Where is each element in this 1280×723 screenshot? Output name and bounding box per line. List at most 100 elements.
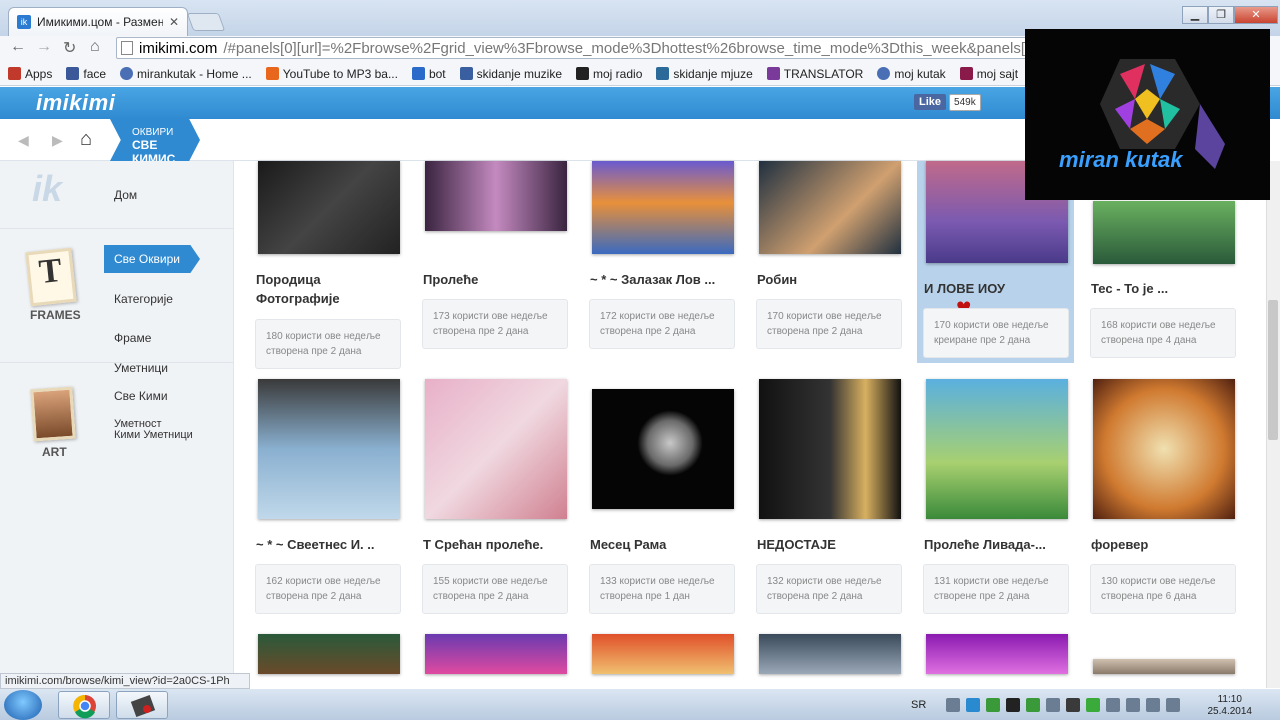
wolf-logo-icon — [1100, 59, 1225, 169]
bookmark-item[interactable]: moj sajt — [959, 66, 1019, 81]
next-arrow-icon[interactable]: ▶ — [52, 132, 63, 149]
network-icon[interactable] — [1146, 698, 1161, 712]
volume-icon[interactable] — [1166, 698, 1181, 712]
kimi-title[interactable]: Робин — [757, 270, 907, 289]
kimi-thumbnail[interactable] — [258, 379, 400, 519]
sidebar-item-categories[interactable]: Категорије — [114, 292, 173, 306]
sidebar-item-artists[interactable]: Уметници — [114, 361, 168, 375]
tray-icon[interactable] — [1026, 698, 1041, 712]
home-icon[interactable]: ⌂ — [80, 128, 92, 151]
kimi-thumbnail[interactable] — [592, 389, 734, 509]
kimi-title[interactable]: Т Срећан пролеће. — [423, 535, 573, 554]
tray-icon[interactable] — [986, 698, 1001, 712]
sidebar-item-home[interactable]: Дом — [114, 188, 137, 202]
bookmark-item[interactable]: moj radio — [576, 67, 642, 81]
bookmark-item[interactable]: face — [66, 67, 106, 81]
tray-icon[interactable] — [1006, 698, 1021, 712]
kimi-thumbnail[interactable] — [1093, 379, 1235, 519]
kimi-title[interactable]: Пролеће Ливада-... — [924, 535, 1074, 554]
kimi-thumbnail[interactable] — [759, 161, 901, 254]
fb-like-button[interactable]: Like — [914, 94, 947, 110]
kimi-title[interactable]: И ЛОВЕ ИОУ — [924, 279, 1074, 298]
art-portrait-icon — [30, 386, 76, 442]
bookmark-item[interactable]: YouTube to MP3 ba... — [265, 67, 398, 81]
kimi-title[interactable]: форевер — [1091, 535, 1241, 554]
tray-icon[interactable] — [1086, 698, 1101, 712]
bookmark-item[interactable]: skidanje muzike — [459, 66, 563, 81]
bookmark-item[interactable]: bot — [411, 67, 446, 81]
kimi-title[interactable]: Породица Фотографије — [256, 270, 406, 308]
bookmark-item[interactable]: mirankutak - Home ... — [120, 67, 252, 81]
clock[interactable]: 11:10 25.4.2014 — [1208, 694, 1253, 718]
kimi-thumbnail[interactable] — [592, 634, 734, 674]
kimi-age: створена пре 2 дана — [767, 591, 863, 602]
frames-icon: T — [25, 247, 77, 307]
kimi-uses: 168 користи ове недеље — [1101, 320, 1216, 331]
kimi-thumbnail[interactable] — [1093, 201, 1235, 264]
kimi-thumbnail[interactable] — [425, 379, 567, 519]
sidebar-item-art[interactable]: Уметност Кими Уметници — [114, 419, 193, 441]
forward-arrow-icon[interactable]: → — [36, 38, 52, 56]
facebook-icon — [66, 67, 80, 80]
kimi-stats: 132 користи ове недеље створена пре 2 дан… — [756, 564, 902, 614]
taskbar-chrome[interactable] — [58, 691, 110, 719]
tab-close-icon[interactable]: ✕ — [169, 15, 179, 29]
kimi-title[interactable]: Тес - То је ... — [1091, 279, 1241, 298]
sidebar-item-frames[interactable]: Фраме — [114, 331, 151, 345]
tray-icon[interactable] — [1046, 698, 1061, 712]
facebook-like[interactable]: Like 549k — [914, 93, 981, 111]
kimi-thumbnail[interactable] — [759, 379, 901, 519]
tab-title: Имикими.цом - Размена — [37, 15, 163, 29]
bookmark-label: skidanje muzike — [476, 66, 563, 81]
kimi-thumbnail[interactable] — [759, 634, 901, 674]
kimi-thumbnail[interactable] — [592, 161, 734, 254]
new-tab-button[interactable] — [186, 13, 226, 31]
kimi-thumbnail[interactable] — [1093, 659, 1235, 674]
kimi-title[interactable]: Месец Рама — [590, 535, 740, 554]
kimi-thumbnail[interactable] — [926, 379, 1068, 519]
kimi-title[interactable]: Пролеће — [423, 270, 573, 289]
kimi-thumbnail[interactable] — [258, 634, 400, 674]
kimi-title[interactable]: НЕДОСТАЈЕ — [757, 535, 907, 554]
home-icon[interactable]: ⌂ — [90, 38, 100, 56]
battery-icon[interactable] — [1126, 698, 1141, 712]
flag-icon[interactable] — [1106, 698, 1121, 712]
taskbar-recorder[interactable] — [116, 691, 168, 719]
kimi-title[interactable]: ~ * ~ Залазак Лов ... — [590, 270, 740, 289]
fb-like-count: 549k — [949, 93, 981, 111]
browser-tab[interactable]: ik Имикими.цом - Размена ✕ — [8, 7, 188, 36]
kimi-thumbnail[interactable] — [926, 634, 1068, 674]
sidebar-item-all-kimis[interactable]: Све Кими — [114, 389, 168, 403]
tray-icon[interactable] — [946, 698, 961, 712]
bookmark-label: moj sajt — [976, 66, 1019, 81]
bookmark-item[interactable]: moj kutak — [877, 67, 946, 81]
close-window-button[interactable]: ✕ — [1234, 6, 1278, 24]
address-bar[interactable]: imikimi.com /#panels[0][url]=%2Fbrowse%2F… — [116, 37, 1156, 59]
overlay-text: miran kutak — [1059, 147, 1183, 172]
kimi-title[interactable]: ~ * ~ Свеетнес И. .. — [256, 535, 406, 554]
apps-grid-icon — [8, 67, 21, 80]
language-indicator[interactable]: SR — [911, 699, 926, 711]
kimi-thumbnail[interactable] — [425, 634, 567, 674]
bookmark-item[interactable]: TRANSLATOR — [766, 66, 864, 81]
sidebar-item-all-frames[interactable]: Све Оквири — [104, 245, 200, 273]
minimize-button[interactable]: ▁ — [1182, 6, 1208, 24]
tray-icon[interactable] — [966, 698, 981, 712]
start-button[interactable] — [4, 690, 42, 720]
breadcrumb[interactable]: ОКВИРИ СВЕ КИМИС — [110, 119, 200, 161]
maximize-button[interactable]: ❐ — [1208, 6, 1234, 24]
site-logo[interactable]: imikimi — [36, 90, 115, 116]
bookmark-item[interactable]: Apps — [8, 67, 52, 81]
kimi-age: креиране пре 2 дана — [934, 335, 1031, 346]
scrollbar-thumb[interactable] — [1268, 300, 1278, 440]
bookmark-label: TRANSLATOR — [783, 66, 864, 81]
recorder-icon — [130, 695, 156, 717]
chrome-icon — [73, 694, 96, 719]
prev-arrow-icon[interactable]: ◀ — [18, 132, 29, 149]
kimi-thumbnail[interactable] — [425, 161, 567, 231]
tray-icon[interactable] — [1066, 698, 1081, 712]
reload-icon[interactable]: ↻ — [63, 38, 76, 58]
bookmark-item[interactable]: skidanje mjuze — [656, 67, 753, 81]
back-arrow-icon[interactable]: ← — [10, 38, 26, 56]
kimi-thumbnail[interactable] — [258, 161, 400, 254]
